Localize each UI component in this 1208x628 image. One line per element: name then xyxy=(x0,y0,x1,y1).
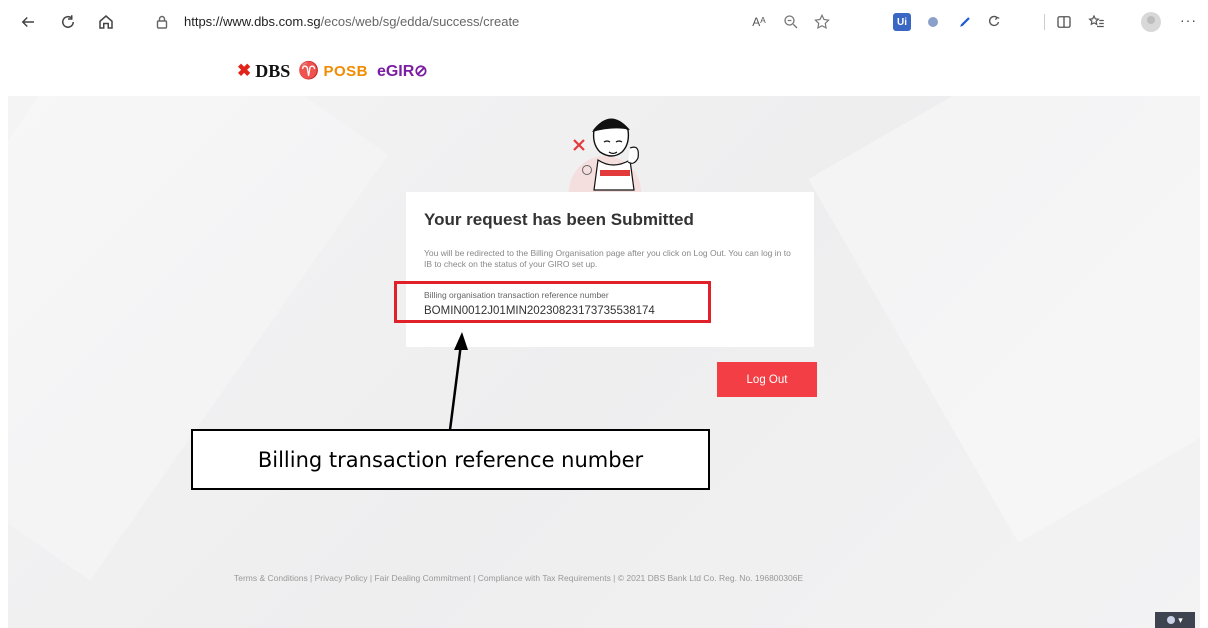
posb-key-icon: ♈ xyxy=(298,61,320,80)
profile-avatar[interactable] xyxy=(1141,12,1161,32)
logout-button[interactable]: Log Out xyxy=(717,362,817,397)
url-domain: https://www.dbs.com.sg xyxy=(184,14,321,29)
card-title: Your request has been Submitted xyxy=(424,210,694,229)
zoom-icon[interactable] xyxy=(779,10,803,34)
address-bar[interactable]: https://www.dbs.com.sg/ecos/web/sg/edda/… xyxy=(140,6,740,38)
site-header: ✖ DBS ♈ POSB eGIR⊘ xyxy=(0,44,1208,96)
success-card: Your request has been Submitted You will… xyxy=(406,192,814,347)
home-icon[interactable] xyxy=(94,10,118,34)
split-screen-icon[interactable] xyxy=(1052,10,1076,34)
reference-highlight-box xyxy=(394,281,711,323)
annotation-callout: Billing transaction reference number xyxy=(191,429,710,490)
extension-ui-icon[interactable]: Ui xyxy=(893,13,911,31)
lock-icon xyxy=(154,14,170,30)
back-arrow-icon[interactable] xyxy=(16,10,40,34)
card-message: You will be redirected to the Billing Or… xyxy=(424,248,791,269)
footer-links[interactable]: Terms & Conditions | Privacy Policy | Fa… xyxy=(234,573,803,583)
url-text[interactable]: https://www.dbs.com.sg/ecos/web/sg/edda/… xyxy=(184,14,519,29)
logo-posb-text: POSB xyxy=(323,62,368,80)
favorite-star-icon[interactable] xyxy=(810,10,834,34)
background-shape xyxy=(8,96,389,581)
background-shape xyxy=(808,96,1200,543)
extension-pen-icon[interactable] xyxy=(955,12,975,32)
extensions-puzzle-icon[interactable] xyxy=(982,10,1006,34)
language-selector[interactable]: ▾ xyxy=(1155,612,1195,628)
annotation-arrow xyxy=(448,332,468,430)
success-illustration xyxy=(569,118,641,194)
chevron-down-icon: ▾ xyxy=(1178,614,1183,625)
browser-toolbar: https://www.dbs.com.sg/ecos/web/sg/edda/… xyxy=(0,0,1208,44)
url-path: /ecos/web/sg/edda/success/create xyxy=(320,14,520,29)
dbs-posb-egiro-logo: ✖ DBS ♈ POSB eGIR⊘ xyxy=(237,60,428,82)
favorites-list-icon[interactable] xyxy=(1085,10,1109,34)
read-aloud-icon[interactable]: Aᴬ xyxy=(747,10,771,34)
dbs-star-icon: ✖ xyxy=(237,61,252,80)
globe-icon xyxy=(1167,616,1176,624)
logo-dbs-text: DBS xyxy=(255,60,291,81)
logo-egiro-text: eGIR⊘ xyxy=(376,63,428,80)
extension-dot-icon[interactable] xyxy=(923,12,943,32)
more-menu-icon[interactable]: ··· xyxy=(1180,12,1197,28)
refresh-icon[interactable] xyxy=(56,10,80,34)
toolbar-separator xyxy=(1044,14,1045,30)
